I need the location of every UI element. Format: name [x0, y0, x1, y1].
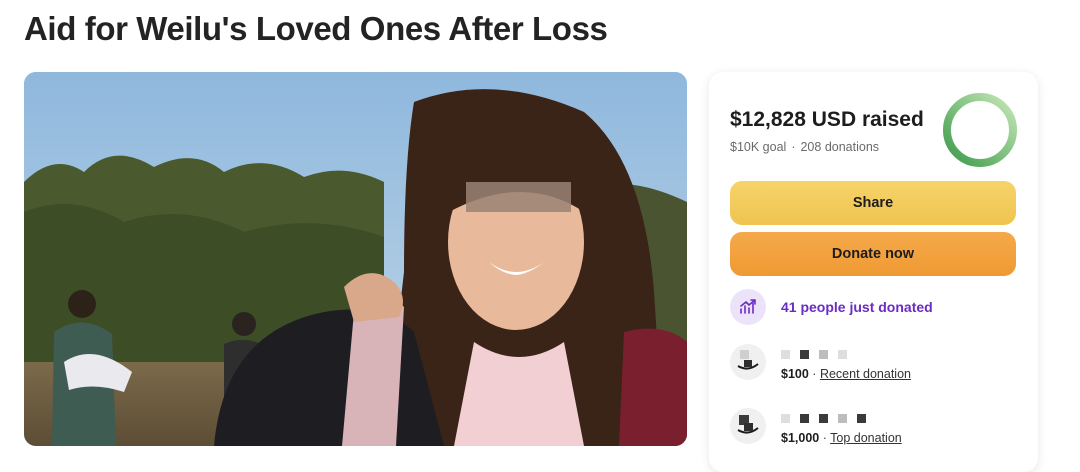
- donor-heart-icon: [730, 408, 766, 444]
- goal-text: $10K goal: [730, 140, 787, 154]
- recent-donors-text[interactable]: 41 people just donated: [781, 299, 933, 315]
- separator-dot: ·: [791, 140, 796, 154]
- separator-dot: ·: [812, 367, 817, 381]
- recent-donation-link[interactable]: Recent donation: [820, 367, 911, 381]
- donation-amount: $100: [781, 367, 809, 381]
- donation-card: $12,828 USD raised $10K goal · 208 donatio…: [709, 72, 1038, 472]
- recent-activity: 41 people just donated: [730, 289, 933, 325]
- campaign-photo: [24, 72, 687, 446]
- donation-count: 208 donations: [800, 140, 880, 154]
- progress-ring: [942, 92, 1018, 168]
- raised-suffix: USD raised: [811, 108, 924, 131]
- donor-heart-icon: [730, 344, 766, 380]
- donor-entry: $1,000 · Top donation: [730, 408, 902, 445]
- top-donation-link[interactable]: Top donation: [830, 431, 902, 445]
- raised-amount: $12,828: [730, 108, 806, 131]
- donation-detail: $1,000 · Top donation: [781, 431, 902, 445]
- separator-dot: ·: [822, 431, 827, 445]
- donation-amount: $1,000: [781, 431, 820, 445]
- page-title: Aid for Weilu's Loved Ones After Loss: [24, 10, 608, 47]
- donation-detail: $100 · Recent donation: [781, 367, 911, 381]
- donate-now-button[interactable]: Donate now: [730, 232, 1016, 276]
- donor-name-redacted: [781, 411, 902, 425]
- amount-raised: $12,828 USD raised: [730, 108, 924, 132]
- goal-summary: $10K goal · 208 donations: [730, 140, 879, 154]
- donor-name-redacted: [781, 347, 911, 361]
- trending-up-icon: [730, 289, 766, 325]
- donor-entry: $100 · Recent donation: [730, 344, 911, 381]
- share-button[interactable]: Share: [730, 181, 1016, 225]
